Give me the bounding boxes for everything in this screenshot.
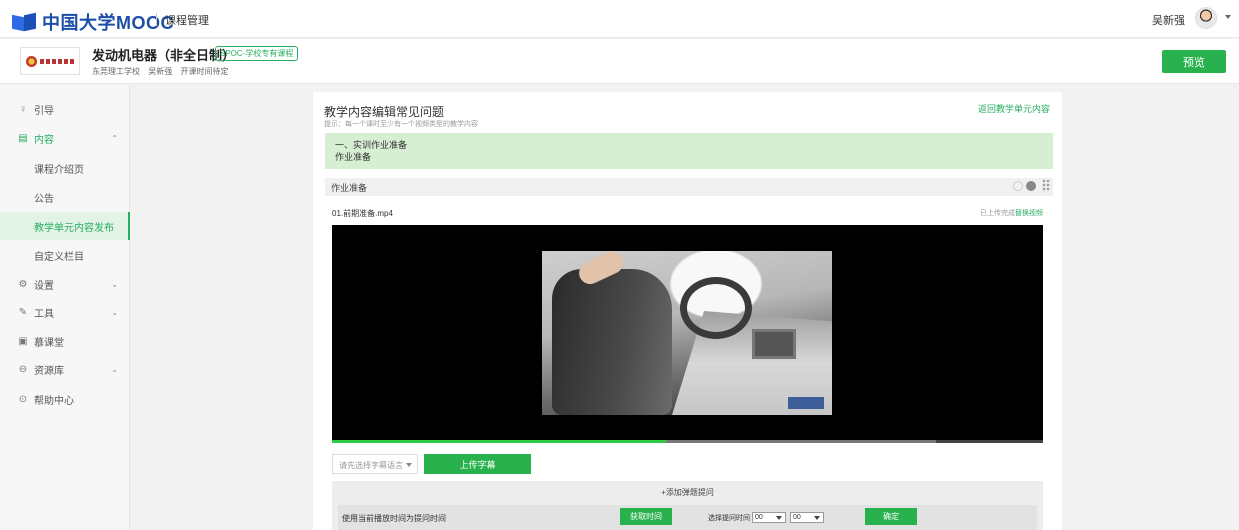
mooc-logo[interactable]: 中国大学MOOC bbox=[12, 9, 174, 35]
replace-video-link[interactable]: 替换视频 bbox=[1015, 210, 1043, 217]
minus-circle-icon[interactable] bbox=[1026, 181, 1036, 191]
school-seal-icon bbox=[26, 55, 37, 67]
sidebar-item-settings[interactable]: ⚙ 设置 ⌄ bbox=[0, 270, 130, 298]
spoc-badge: SPOC-学校专有课程 bbox=[215, 46, 299, 61]
chevron-down-icon: ⌄ bbox=[111, 364, 118, 374]
divider bbox=[156, 13, 157, 26]
gear-icon: ⚙ bbox=[18, 278, 28, 290]
section-title: 作业准备 bbox=[331, 183, 368, 193]
subtitle-language-select[interactable]: 请先选择字幕语言 bbox=[332, 454, 418, 474]
sidebar-item-label: 设置 bbox=[34, 280, 54, 292]
caret-down-icon[interactable] bbox=[1225, 15, 1231, 19]
help-icon: ⊙ bbox=[18, 393, 28, 405]
minute-select[interactable]: 00 bbox=[752, 512, 786, 523]
minute-value: 00 bbox=[755, 514, 763, 521]
caret-down-icon bbox=[814, 516, 820, 520]
section-title: 课程管理 bbox=[165, 15, 209, 27]
add-question-link[interactable]: +添加弹题提问 bbox=[332, 487, 1043, 498]
video-progress-bar[interactable] bbox=[332, 440, 1043, 443]
chevron-up-icon: ⌃ bbox=[111, 133, 118, 143]
caret-down-icon bbox=[406, 463, 412, 467]
sidebar-item-custom-column[interactable]: 自定义栏目 bbox=[0, 241, 130, 269]
sidebar-item-announcement[interactable]: 公告 bbox=[0, 183, 130, 211]
brand-name: 中国大学MOOC bbox=[42, 13, 174, 33]
use-current-time-label: 使用当前播放时间为提问时间 bbox=[342, 514, 446, 523]
sidebar-item-unit-content[interactable]: 教学单元内容发布 bbox=[0, 212, 130, 240]
sidebar-item-label: 内容 bbox=[34, 134, 54, 146]
video-file-name: 01.前期准备.mp4 bbox=[332, 209, 393, 218]
wrench-icon: ✎ bbox=[18, 306, 28, 318]
course-school: 东莞理工学校 bbox=[92, 67, 140, 76]
sidebar-item-label: 公告 bbox=[34, 193, 54, 205]
second-select[interactable]: 00 bbox=[790, 512, 824, 523]
circle-icon[interactable] bbox=[1013, 181, 1023, 191]
sidebar-item-label: 课程介绍页 bbox=[34, 164, 84, 176]
sidebar-item-label: 慕课堂 bbox=[34, 337, 64, 349]
page-title[interactable]: 教学内容编辑常见问题 bbox=[324, 103, 444, 120]
course-name: 发动机电器（非全日制） bbox=[92, 49, 236, 64]
question-time-row: 使用当前播放时间为提问时间 获取时间 选择提问时间 00 00 确定 bbox=[338, 505, 1037, 530]
classroom-icon: ▣ bbox=[18, 335, 28, 347]
drag-handle-icon[interactable] bbox=[1042, 179, 1051, 192]
upload-status-text: 已上传完成 bbox=[980, 210, 1015, 217]
unit-lesson: 作业准备 bbox=[335, 152, 372, 162]
school-logo bbox=[20, 47, 80, 75]
hint-text: 提示：每一个课时至少有一个视频类型的教学内容 bbox=[324, 121, 478, 128]
sidebar-item-classroom[interactable]: ▣ 慕课堂 bbox=[0, 327, 130, 355]
sidebar-item-label: 资源库 bbox=[34, 365, 64, 377]
preview-button[interactable]: 预览 bbox=[1162, 50, 1226, 73]
video-watermark bbox=[788, 397, 824, 409]
question-area: +添加弹题提问 使用当前播放时间为提问时间 获取时间 选择提问时间 00 00 … bbox=[332, 481, 1043, 530]
confirm-button[interactable]: 确定 bbox=[865, 508, 917, 525]
back-to-unit-link[interactable]: 返回教学单元内容 bbox=[978, 102, 1050, 115]
sidebar-item-label: 自定义栏目 bbox=[34, 251, 84, 263]
sidebar-item-course-intro[interactable]: 课程介绍页 bbox=[0, 154, 130, 182]
sidebar-item-label: 帮助中心 bbox=[34, 395, 74, 407]
chevron-down-icon: ⌄ bbox=[111, 307, 118, 317]
sidebar-item-help[interactable]: ⊙ 帮助中心 bbox=[0, 385, 130, 413]
sidebar: ♀ 引导 ▤ 内容 ⌃ 课程介绍页 公告 教学单元内容发布 自定义栏目 ⚙ 设置… bbox=[0, 85, 130, 530]
course-schedule: 开课时间待定 bbox=[180, 67, 229, 76]
course-teacher: 吴新强 bbox=[148, 67, 173, 76]
unit-chapter: 一、实训作业准备 bbox=[335, 140, 408, 150]
unit-info: 一、实训作业准备 作业准备 bbox=[325, 133, 1053, 169]
chevron-down-icon: ⌄ bbox=[111, 279, 118, 289]
document-icon: ▤ bbox=[18, 132, 28, 144]
upload-subtitle-button[interactable]: 上传字幕 bbox=[424, 454, 531, 474]
mooc-logo-icon bbox=[12, 12, 38, 32]
user-name[interactable]: 吴新强 bbox=[1152, 12, 1185, 28]
content-editor-card: 教学内容编辑常见问题 提示：每一个课时至少有一个视频类型的教学内容 返回教学单元… bbox=[313, 92, 1062, 530]
sidebar-item-tools[interactable]: ✎ 工具 ⌄ bbox=[0, 298, 130, 326]
subtitle-select-placeholder: 请先选择字幕语言 bbox=[339, 461, 403, 470]
sidebar-item-guide[interactable]: ♀ 引导 bbox=[0, 95, 130, 123]
sidebar-item-label: 引导 bbox=[34, 105, 54, 117]
pick-time-label: 选择提问时间 bbox=[708, 515, 750, 522]
section-header: 作业准备 bbox=[325, 178, 1053, 196]
video-progress-played bbox=[332, 440, 666, 443]
upload-status: 已上传完成替换视频 bbox=[980, 208, 1043, 218]
sidebar-item-label: 工具 bbox=[34, 308, 54, 320]
course-meta: 东莞理工学校 吴新强 开课时间待定 bbox=[92, 66, 234, 77]
get-time-button[interactable]: 获取时间 bbox=[620, 508, 672, 525]
video-player[interactable] bbox=[332, 225, 1043, 443]
lightbulb-icon: ♀ bbox=[19, 103, 27, 115]
school-logo-text bbox=[40, 58, 74, 64]
sidebar-item-resources[interactable]: ⊖ 资源库 ⌄ bbox=[0, 355, 130, 383]
caret-down-icon bbox=[776, 516, 782, 520]
video-frame bbox=[542, 251, 832, 415]
sidebar-item-content[interactable]: ▤ 内容 ⌃ bbox=[0, 124, 130, 152]
course-header: 发动机电器（非全日制） SPOC-学校专有课程 东莞理工学校 吴新强 开课时间待… bbox=[0, 39, 1239, 84]
sidebar-item-label: 教学单元内容发布 bbox=[34, 222, 114, 234]
top-bar: 中国大学MOOC 课程管理 吴新强 bbox=[0, 0, 1239, 38]
database-icon: ⊖ bbox=[18, 363, 28, 375]
second-value: 00 bbox=[793, 514, 801, 521]
avatar[interactable] bbox=[1195, 7, 1217, 29]
video-progress-buffered bbox=[666, 440, 936, 443]
